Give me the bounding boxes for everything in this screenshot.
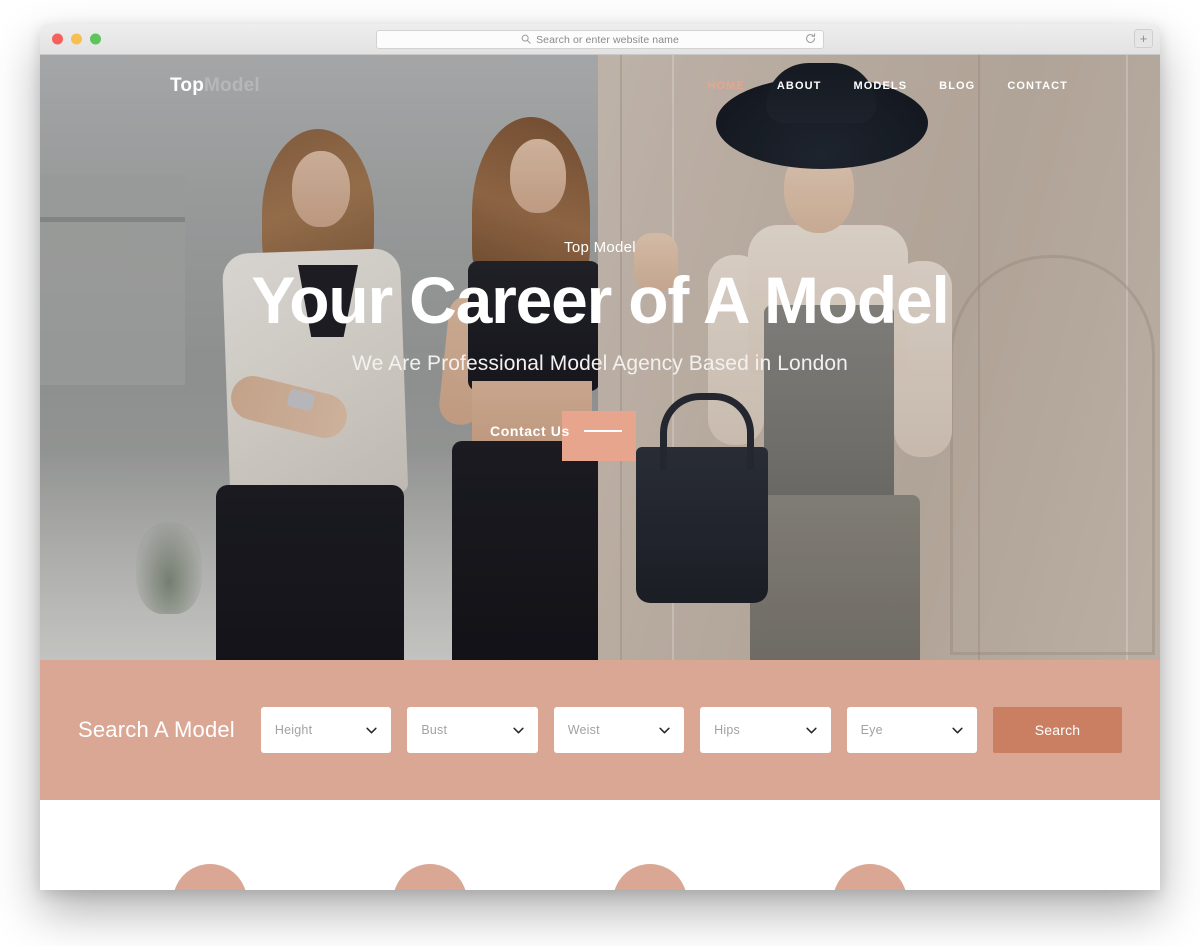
chevron-down-icon [366, 721, 377, 739]
bust-select[interactable]: Bust [407, 707, 538, 753]
features-strip [40, 800, 1160, 890]
browser-window: Search or enter website name + TopModel … [40, 24, 1160, 890]
contact-us-label: Contact Us [490, 423, 570, 439]
search-icon [521, 31, 531, 49]
chevron-down-icon [659, 721, 670, 739]
main-navigation: HOME ABOUT MODELS BLOG CONTACT [707, 80, 1068, 92]
new-tab-label: + [1139, 31, 1148, 46]
chevron-down-icon [952, 721, 963, 739]
page-viewport: TopModel HOME ABOUT MODELS BLOG CONTACT … [40, 55, 1160, 890]
search-button[interactable]: Search [993, 707, 1122, 753]
height-select[interactable]: Height [260, 707, 392, 753]
chevron-down-icon [513, 721, 524, 739]
close-window-button[interactable] [52, 33, 63, 45]
feature-circle-4[interactable] [833, 864, 907, 890]
weist-select[interactable]: Weist [553, 707, 685, 753]
feature-circle-2[interactable] [393, 864, 467, 890]
arrow-line-icon [583, 430, 622, 432]
feature-circle-1[interactable] [173, 864, 247, 890]
zoom-window-button[interactable] [90, 33, 101, 45]
hero-cta-wrapper: Contact Us [490, 411, 710, 461]
hero-eyebrow: Top Model [564, 239, 636, 256]
eye-select[interactable]: Eye [846, 707, 978, 753]
address-bar-inner: Search or enter website name [521, 31, 679, 49]
hips-select[interactable]: Hips [700, 707, 831, 753]
chevron-down-icon [805, 721, 817, 739]
search-band: Search A Model Height Bust Weist Hips Ey… [40, 660, 1160, 800]
hero-title: Your Career of A Model [251, 263, 949, 337]
browser-titlebar: Search or enter website name + [40, 24, 1160, 55]
hero-copy: Top Model Your Career of A Model We Are … [40, 239, 1160, 376]
contact-us-button[interactable]: Contact Us [490, 423, 622, 439]
new-tab-button[interactable]: + [1134, 29, 1153, 48]
nav-item-about[interactable]: ABOUT [777, 80, 822, 92]
address-bar-placeholder: Search or enter website name [536, 33, 679, 46]
minimize-window-button[interactable] [71, 33, 82, 45]
hero-subtitle: We Are Professional Model Agency Based i… [352, 351, 848, 375]
height-select-value: Height [274, 723, 313, 737]
feature-circle-3[interactable] [613, 864, 687, 890]
window-controls [52, 33, 101, 45]
weist-select-value: Weist [567, 723, 600, 737]
logo-bold-text: Top [170, 75, 205, 96]
logo-light-text: Model [204, 75, 260, 96]
nav-item-models[interactable]: MODELS [854, 80, 908, 92]
address-bar[interactable]: Search or enter website name [376, 30, 824, 49]
eye-select-value: Eye [860, 723, 883, 737]
site-header: TopModel HOME ABOUT MODELS BLOG CONTACT [40, 55, 1160, 117]
reload-icon[interactable] [805, 31, 816, 49]
nav-item-contact[interactable]: CONTACT [1007, 80, 1068, 92]
nav-item-blog[interactable]: BLOG [939, 80, 975, 92]
search-band-title: Search A Model [78, 717, 235, 742]
hero-section: TopModel HOME ABOUT MODELS BLOG CONTACT … [40, 55, 1160, 660]
site-logo[interactable]: TopModel [170, 75, 260, 97]
nav-item-home[interactable]: HOME [707, 80, 744, 92]
hips-select-value: Hips [714, 723, 740, 737]
bust-select-value: Bust [421, 723, 448, 737]
